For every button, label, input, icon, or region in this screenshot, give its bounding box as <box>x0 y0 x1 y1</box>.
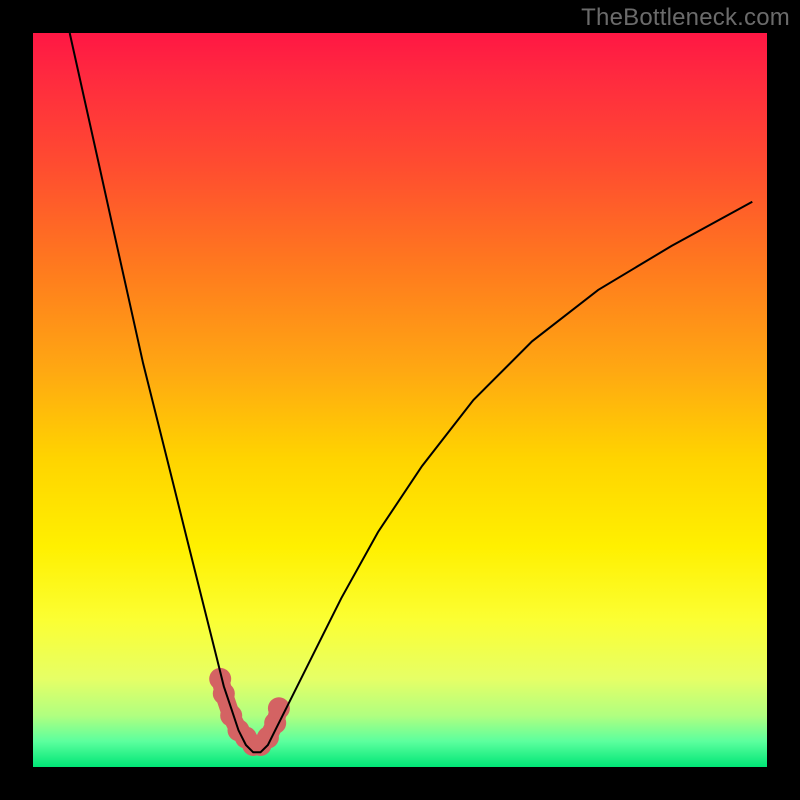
chart-frame: TheBottleneck.com <box>0 0 800 800</box>
chart-svg <box>0 0 800 800</box>
watermark-text: TheBottleneck.com <box>581 4 790 32</box>
plot-area-rect <box>33 33 767 767</box>
